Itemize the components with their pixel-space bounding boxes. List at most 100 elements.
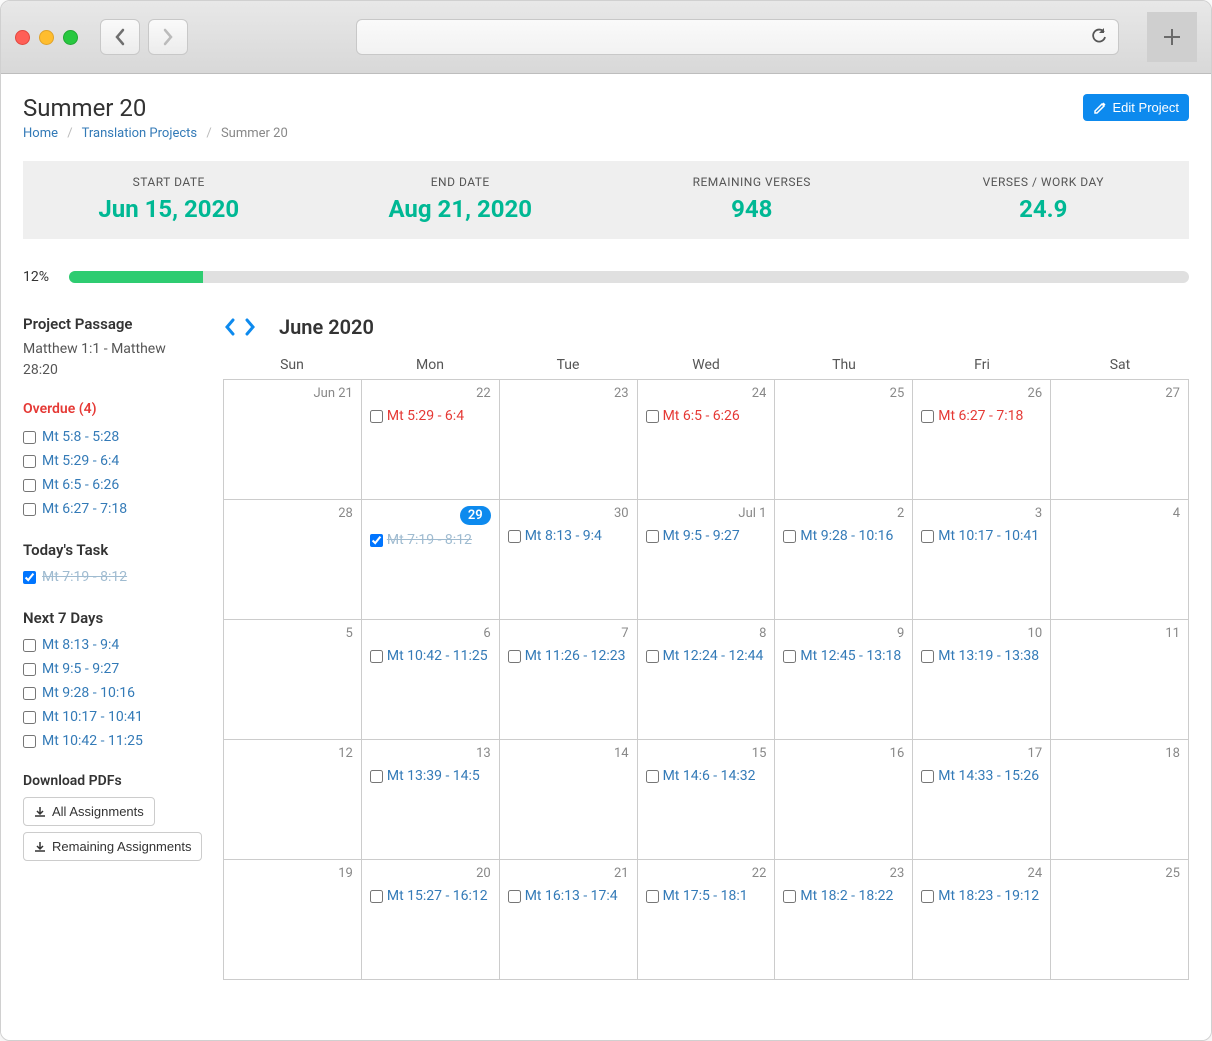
calendar-cell[interactable]: 27: [1051, 380, 1189, 500]
calendar-cell[interactable]: 14: [500, 740, 638, 860]
download-all-button[interactable]: All Assignments: [23, 797, 155, 826]
calendar-task-checkbox[interactable]: [370, 534, 383, 547]
breadcrumb-projects[interactable]: Translation Projects: [82, 126, 198, 141]
task-checkbox[interactable]: [23, 431, 36, 444]
task-checkbox[interactable]: [23, 571, 36, 584]
calendar-task-checkbox[interactable]: [370, 890, 383, 903]
calendar-cell[interactable]: Jun 21: [224, 380, 362, 500]
task-link[interactable]: Mt 8:13 - 9:4: [42, 637, 119, 653]
calendar-task-link[interactable]: Mt 12:45 - 13:18: [800, 647, 901, 667]
calendar-cell[interactable]: 23Mt 18:2 - 18:22: [775, 860, 913, 980]
calendar-task-link[interactable]: Mt 8:13 - 9:4: [525, 527, 602, 547]
calendar-task-checkbox[interactable]: [783, 890, 796, 903]
calendar-task-checkbox[interactable]: [646, 410, 659, 423]
calendar-cell[interactable]: 29Mt 7:19 - 8:12: [362, 500, 500, 620]
task-checkbox[interactable]: [23, 639, 36, 652]
calendar-task-link[interactable]: Mt 9:28 - 10:16: [800, 527, 893, 547]
calendar-task-checkbox[interactable]: [370, 410, 383, 423]
calendar-cell[interactable]: 24Mt 18:23 - 19:12: [913, 860, 1051, 980]
calendar-task-checkbox[interactable]: [508, 890, 521, 903]
calendar-task-checkbox[interactable]: [921, 650, 934, 663]
calendar-cell[interactable]: 9Mt 12:45 - 13:18: [775, 620, 913, 740]
minimize-window-icon[interactable]: [39, 30, 54, 45]
calendar-task-checkbox[interactable]: [646, 890, 659, 903]
calendar-cell[interactable]: 15Mt 14:6 - 14:32: [638, 740, 776, 860]
calendar-cell[interactable]: 7Mt 11:26 - 12:23: [500, 620, 638, 740]
calendar-cell[interactable]: 8Mt 12:24 - 12:44: [638, 620, 776, 740]
calendar-cell[interactable]: 12: [224, 740, 362, 860]
back-button[interactable]: [100, 19, 140, 55]
calendar-task-link[interactable]: Mt 14:6 - 14:32: [663, 767, 756, 787]
calendar-cell[interactable]: 25: [775, 380, 913, 500]
calendar-cell[interactable]: 5: [224, 620, 362, 740]
calendar-task-link[interactable]: Mt 18:23 - 19:12: [938, 887, 1039, 907]
task-checkbox[interactable]: [23, 735, 36, 748]
calendar-task-link[interactable]: Mt 7:19 - 8:12: [387, 531, 472, 551]
calendar-task-link[interactable]: Mt 17:5 - 18:1: [663, 887, 748, 907]
calendar-task-link[interactable]: Mt 10:42 - 11:25: [387, 647, 488, 667]
maximize-window-icon[interactable]: [63, 30, 78, 45]
calendar-cell[interactable]: 11: [1051, 620, 1189, 740]
calendar-cell[interactable]: 19: [224, 860, 362, 980]
calendar-task-checkbox[interactable]: [646, 770, 659, 783]
calendar-task-checkbox[interactable]: [370, 770, 383, 783]
task-checkbox[interactable]: [23, 479, 36, 492]
task-link[interactable]: Mt 7:19 - 8:12: [42, 569, 127, 585]
calendar-task-checkbox[interactable]: [921, 530, 934, 543]
calendar-task-link[interactable]: Mt 6:27 - 7:18: [938, 407, 1023, 427]
calendar-task-link[interactable]: Mt 14:33 - 15:26: [938, 767, 1039, 787]
calendar-task-checkbox[interactable]: [783, 650, 796, 663]
task-link[interactable]: Mt 10:17 - 10:41: [42, 709, 143, 725]
calendar-task-link[interactable]: Mt 15:27 - 16:12: [387, 887, 488, 907]
breadcrumb-home[interactable]: Home: [23, 126, 58, 141]
calendar-cell[interactable]: 21Mt 16:13 - 17:4: [500, 860, 638, 980]
calendar-task-link[interactable]: Mt 6:5 - 6:26: [663, 407, 740, 427]
calendar-cell[interactable]: Jul 1Mt 9:5 - 9:27: [638, 500, 776, 620]
task-link[interactable]: Mt 10:42 - 11:25: [42, 733, 143, 749]
calendar-cell[interactable]: 16: [775, 740, 913, 860]
calendar-task-link[interactable]: Mt 12:24 - 12:44: [663, 647, 764, 667]
calendar-next-button[interactable]: [243, 318, 257, 336]
calendar-task-link[interactable]: Mt 11:26 - 12:23: [525, 647, 626, 667]
calendar-task-checkbox[interactable]: [508, 650, 521, 663]
new-tab-button[interactable]: [1147, 12, 1197, 62]
download-remaining-button[interactable]: Remaining Assignments: [23, 832, 202, 861]
task-link[interactable]: Mt 5:8 - 5:28: [42, 429, 119, 445]
calendar-cell[interactable]: 4: [1051, 500, 1189, 620]
calendar-cell[interactable]: 22Mt 17:5 - 18:1: [638, 860, 776, 980]
calendar-cell[interactable]: 28: [224, 500, 362, 620]
task-checkbox[interactable]: [23, 711, 36, 724]
task-link[interactable]: Mt 5:29 - 6:4: [42, 453, 119, 469]
calendar-task-checkbox[interactable]: [921, 770, 934, 783]
calendar-cell[interactable]: 2Mt 9:28 - 10:16: [775, 500, 913, 620]
calendar-cell[interactable]: 13Mt 13:39 - 14:5: [362, 740, 500, 860]
task-checkbox[interactable]: [23, 455, 36, 468]
calendar-task-checkbox[interactable]: [921, 410, 934, 423]
calendar-task-link[interactable]: Mt 10:17 - 10:41: [938, 527, 1039, 547]
calendar-prev-button[interactable]: [223, 318, 237, 336]
calendar-cell[interactable]: 22Mt 5:29 - 6:4: [362, 380, 500, 500]
task-checkbox[interactable]: [23, 503, 36, 516]
calendar-cell[interactable]: 3Mt 10:17 - 10:41: [913, 500, 1051, 620]
task-link[interactable]: Mt 6:27 - 7:18: [42, 501, 127, 517]
calendar-cell[interactable]: 10Mt 13:19 - 13:38: [913, 620, 1051, 740]
task-link[interactable]: Mt 9:28 - 10:16: [42, 685, 135, 701]
calendar-task-checkbox[interactable]: [646, 530, 659, 543]
calendar-cell[interactable]: 20Mt 15:27 - 16:12: [362, 860, 500, 980]
calendar-cell[interactable]: 18: [1051, 740, 1189, 860]
close-window-icon[interactable]: [15, 30, 30, 45]
calendar-task-link[interactable]: Mt 9:5 - 9:27: [663, 527, 740, 547]
calendar-task-checkbox[interactable]: [370, 650, 383, 663]
calendar-task-checkbox[interactable]: [646, 650, 659, 663]
calendar-task-checkbox[interactable]: [783, 530, 796, 543]
calendar-task-link[interactable]: Mt 16:13 - 17:4: [525, 887, 618, 907]
calendar-task-link[interactable]: Mt 13:39 - 14:5: [387, 767, 480, 787]
calendar-cell[interactable]: 6Mt 10:42 - 11:25: [362, 620, 500, 740]
calendar-task-checkbox[interactable]: [921, 890, 934, 903]
forward-button[interactable]: [148, 19, 188, 55]
calendar-task-link[interactable]: Mt 5:29 - 6:4: [387, 407, 464, 427]
calendar-cell[interactable]: 24Mt 6:5 - 6:26: [638, 380, 776, 500]
calendar-cell[interactable]: 26Mt 6:27 - 7:18: [913, 380, 1051, 500]
calendar-task-checkbox[interactable]: [508, 530, 521, 543]
calendar-task-link[interactable]: Mt 18:2 - 18:22: [800, 887, 893, 907]
